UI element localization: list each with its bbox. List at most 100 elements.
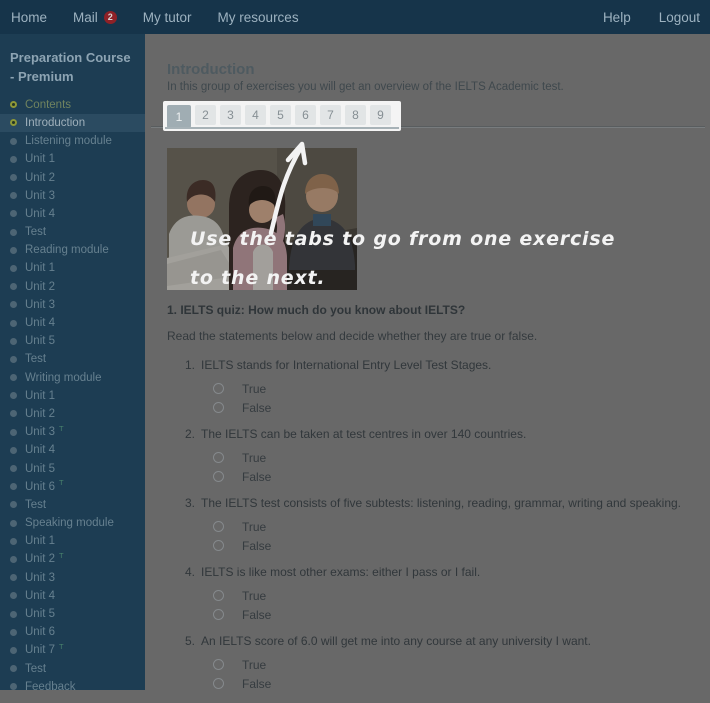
bullet-icon: [10, 119, 17, 126]
nav-item-my-tutor[interactable]: My tutor: [143, 10, 192, 25]
sidebar-item-label: Unit 4: [25, 590, 55, 602]
option-row-false[interactable]: False: [213, 674, 697, 693]
nav-item-label: Help: [603, 10, 631, 25]
option-row-true[interactable]: True: [213, 655, 697, 674]
radio-false[interactable]: [213, 402, 224, 413]
option-row-true[interactable]: True: [213, 448, 697, 467]
course-title: Preparation Course - Premium: [0, 34, 145, 87]
nav-item-help[interactable]: Help: [603, 10, 631, 25]
option-row-true[interactable]: True: [213, 586, 697, 605]
option-row-true[interactable]: True: [213, 517, 697, 536]
radio-false[interactable]: [213, 609, 224, 620]
exercise-tab-1[interactable]: 1: [167, 105, 191, 128]
bullet-icon: [10, 247, 17, 254]
nav-right-menu: Help Logout: [603, 10, 710, 25]
sidebar-item-unit-1[interactable]: Unit 1: [0, 259, 145, 277]
sidebar-item-test[interactable]: Test: [0, 350, 145, 368]
sidebar-item-label: Test: [25, 663, 46, 675]
sidebar-item-unit-3[interactable]: Unit 3: [0, 569, 145, 587]
sidebar-item-unit-6[interactable]: Unit 6: [0, 623, 145, 641]
exercise-tab-6[interactable]: 6: [295, 105, 316, 125]
sidebar-item-unit-3[interactable]: Unit 3: [0, 296, 145, 314]
option-label: True: [242, 382, 266, 396]
radio-false[interactable]: [213, 471, 224, 482]
bullet-icon: [10, 156, 17, 163]
sidebar-item-unit-5[interactable]: Unit 5: [0, 332, 145, 350]
bullet-icon: [10, 683, 17, 690]
bullet-icon: [10, 138, 17, 145]
question-statement: IELTS stands for International Entry Lev…: [201, 358, 491, 373]
bullet-icon: [10, 265, 17, 272]
sidebar-item-unit-1[interactable]: Unit 1: [0, 150, 145, 168]
nav-item-my-resources[interactable]: My resources: [218, 10, 299, 25]
nav-item-logout[interactable]: Logout: [659, 10, 700, 25]
exercise-tab-7[interactable]: 7: [320, 105, 341, 125]
sidebar-item-label: Unit 7: [25, 644, 55, 656]
sidebar-item-label: Unit 2: [25, 408, 55, 420]
exercise-tab-8[interactable]: 8: [345, 105, 366, 125]
radio-true[interactable]: [213, 452, 224, 463]
radio-true[interactable]: [213, 521, 224, 532]
sidebar-item-unit-4[interactable]: Unit 4: [0, 314, 145, 332]
radio-false[interactable]: [213, 678, 224, 689]
exercise-tab-2[interactable]: 2: [195, 105, 216, 125]
tutor-flag-icon: T: [59, 642, 64, 651]
sidebar-item-label: Writing module: [25, 372, 102, 384]
exercise-tab-4[interactable]: 4: [245, 105, 266, 125]
exercise-tab-3[interactable]: 3: [220, 105, 241, 125]
option-label: False: [242, 677, 271, 691]
nav-item-mail[interactable]: Mail2: [73, 10, 117, 25]
bullet-icon: [10, 356, 17, 363]
sidebar-item-unit-6[interactable]: Unit 6T: [0, 478, 145, 496]
sidebar-item-unit-2[interactable]: Unit 2: [0, 278, 145, 296]
bullet-icon: [10, 647, 17, 654]
sidebar-item-unit-1[interactable]: Unit 1: [0, 387, 145, 405]
option-label: True: [242, 658, 266, 672]
sidebar-item-feedback[interactable]: Feedback: [0, 678, 145, 690]
radio-false[interactable]: [213, 540, 224, 551]
sidebar-item-unit-4[interactable]: Unit 4: [0, 441, 145, 459]
radio-true[interactable]: [213, 383, 224, 394]
sidebar-item-unit-1[interactable]: Unit 1: [0, 532, 145, 550]
sidebar-item-unit-2[interactable]: Unit 2: [0, 405, 145, 423]
option-row-true[interactable]: True: [213, 379, 697, 398]
sidebar-item-introduction[interactable]: Introduction: [0, 114, 145, 132]
sidebar-item-unit-7[interactable]: Unit 7 T: [0, 641, 145, 659]
sidebar-item-speaking-module[interactable]: Speaking module: [0, 514, 145, 532]
sidebar-item-label: Unit 1: [25, 153, 55, 165]
sidebar-item-unit-4[interactable]: Unit 4: [0, 205, 145, 223]
quiz-title: 1. IELTS quiz: How much do you know abou…: [167, 303, 697, 317]
quiz-questions: 1.IELTS stands for International Entry L…: [167, 358, 697, 693]
sidebar-item-label: Unit 4: [25, 208, 55, 220]
sidebar-item-unit-2[interactable]: Unit 2: [0, 168, 145, 186]
sidebar-item-reading-module[interactable]: Reading module: [0, 241, 145, 259]
sidebar-item-label: Unit 3: [25, 190, 55, 202]
question-text: 5.An IELTS score of 6.0 will get me into…: [167, 634, 697, 649]
sidebar-item-test[interactable]: Test: [0, 660, 145, 678]
radio-true[interactable]: [213, 590, 224, 601]
sidebar-item-test[interactable]: Test: [0, 496, 145, 514]
sidebar-item-unit-4[interactable]: Unit 4: [0, 587, 145, 605]
option-row-false[interactable]: False: [213, 398, 697, 417]
option-row-false[interactable]: False: [213, 467, 697, 486]
question-number: 1.: [185, 358, 201, 373]
sidebar-item-unit-3[interactable]: Unit 3T: [0, 423, 145, 441]
bullet-icon: [10, 320, 17, 327]
sidebar-item-unit-5[interactable]: Unit 5: [0, 605, 145, 623]
bullet-icon: [10, 374, 17, 381]
sidebar-item-unit-2[interactable]: Unit 2T: [0, 550, 145, 568]
sidebar-item-writing-module[interactable]: Writing module: [0, 369, 145, 387]
option-row-false[interactable]: False: [213, 605, 697, 624]
radio-true[interactable]: [213, 659, 224, 670]
exercise-tab-5[interactable]: 5: [270, 105, 291, 125]
option-row-false[interactable]: False: [213, 536, 697, 555]
sidebar-item-unit-3[interactable]: Unit 3: [0, 187, 145, 205]
sidebar-item-listening-module[interactable]: Listening module: [0, 132, 145, 150]
exercise-tab-9[interactable]: 9: [370, 105, 391, 125]
sidebar-item-unit-5[interactable]: Unit 5: [0, 459, 145, 477]
bullet-icon: [10, 210, 17, 217]
sidebar-item-contents[interactable]: Contents: [0, 96, 145, 114]
bullet-icon: [10, 629, 17, 636]
sidebar-item-test[interactable]: Test: [0, 223, 145, 241]
nav-item-home[interactable]: Home: [11, 10, 47, 25]
